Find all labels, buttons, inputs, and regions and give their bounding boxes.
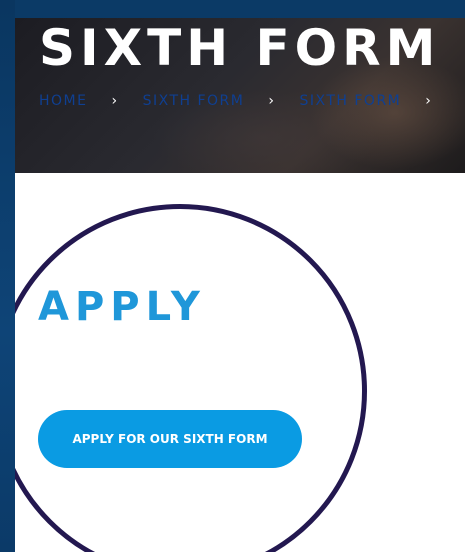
hero-banner: SIXTH FORM HOME › SIXTH FORM › SIXTH FOR… bbox=[15, 18, 465, 173]
apply-sixth-form-button[interactable]: APPLY FOR OUR SIXTH FORM bbox=[38, 410, 302, 468]
highlight-circle bbox=[15, 204, 367, 552]
left-frame bbox=[0, 0, 15, 552]
breadcrumb: HOME › SIXTH FORM › SIXTH FORM › bbox=[39, 91, 456, 111]
page-title: SIXTH FORM bbox=[39, 19, 441, 77]
breadcrumb-home-link[interactable]: HOME bbox=[39, 93, 87, 109]
apply-heading: APPLY bbox=[38, 284, 206, 330]
chevron-right-icon: › bbox=[268, 93, 276, 109]
chevron-right-icon: › bbox=[111, 93, 119, 109]
apply-button-label: APPLY FOR OUR SIXTH FORM bbox=[72, 432, 268, 446]
top-frame bbox=[0, 0, 465, 18]
chevron-right-icon: › bbox=[425, 93, 433, 109]
page-content: SIXTH FORM HOME › SIXTH FORM › SIXTH FOR… bbox=[15, 18, 465, 552]
breadcrumb-sixth-form-current[interactable]: SIXTH FORM bbox=[299, 93, 401, 109]
breadcrumb-sixth-form-link[interactable]: SIXTH FORM bbox=[143, 93, 245, 109]
